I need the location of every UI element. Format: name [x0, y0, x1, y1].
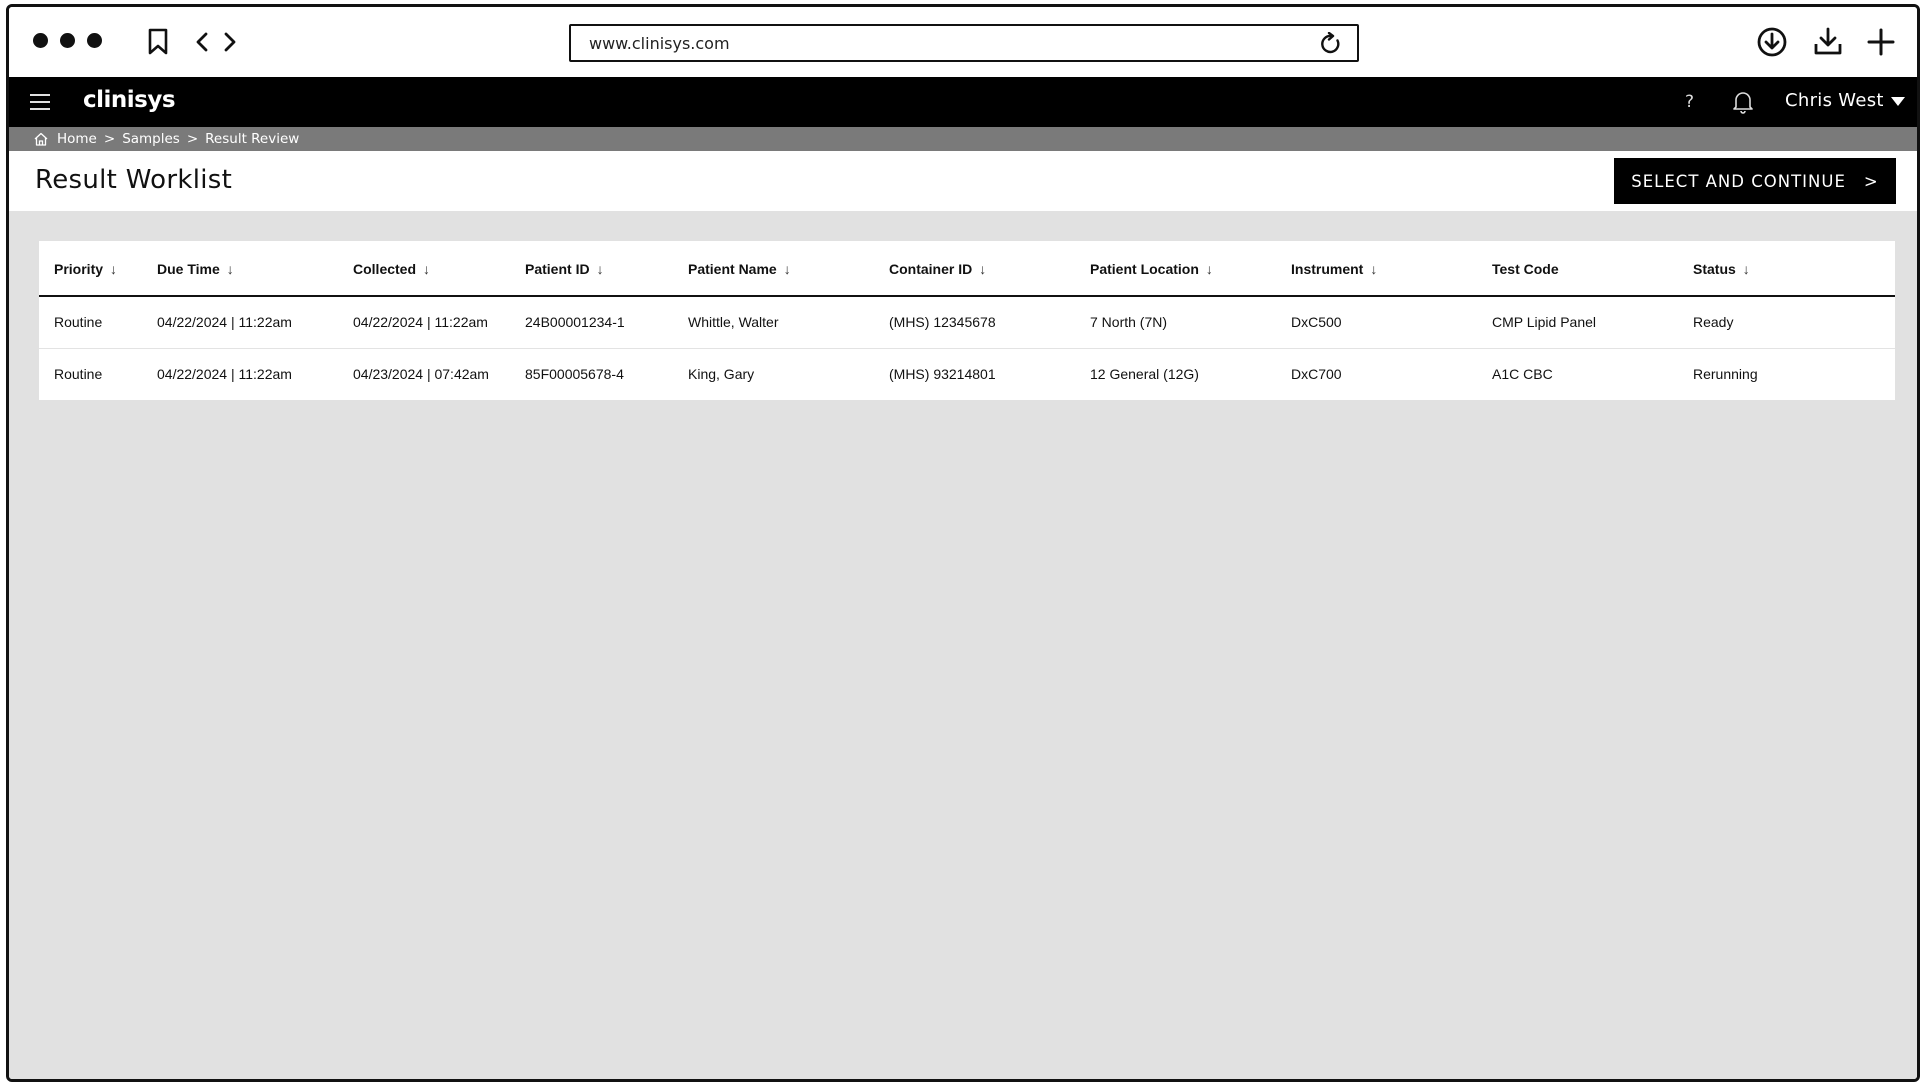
home-icon[interactable] — [33, 131, 49, 147]
column-label: Patient Location — [1090, 261, 1199, 277]
table-row[interactable]: Routine 04/22/2024 | 11:22am 04/23/2024 … — [39, 348, 1895, 400]
app-header: clinisys ? Chris West — [9, 77, 1917, 127]
column-label: Container ID — [889, 261, 973, 277]
cell-test-code: CMP Lipid Panel — [1492, 296, 1693, 349]
breadcrumb-separator: > — [103, 131, 116, 147]
column-label: Patient ID — [525, 261, 590, 277]
browser-window: www.clinisys.com clinisys ? Chris West H… — [6, 4, 1920, 1082]
browser-toolbar: www.clinisys.com — [9, 7, 1917, 77]
download-tray-icon[interactable] — [1811, 25, 1845, 59]
cell-instrument: DxC700 — [1291, 366, 1342, 383]
help-button[interactable]: ? — [1685, 92, 1694, 112]
column-header-due-time[interactable]: Due Time ↓ — [157, 241, 353, 297]
chevron-right-icon: > — [1863, 171, 1879, 191]
column-label: Priority — [54, 261, 104, 277]
sort-arrow-icon[interactable]: ↓ — [227, 261, 234, 277]
column-header-container-id[interactable]: Container ID ↓ — [889, 241, 1090, 297]
column-header-patient-location[interactable]: Patient Location ↓ — [1090, 241, 1291, 297]
cell-collected: 04/22/2024 | 11:22am — [353, 296, 525, 349]
table-row[interactable]: Routine 04/22/2024 | 11:22am 04/22/2024 … — [39, 296, 1895, 349]
breadcrumb-samples[interactable]: Samples — [122, 131, 180, 147]
column-label: Test Code — [1492, 261, 1559, 277]
cell-container-id: (MHS) 93214801 — [889, 366, 996, 383]
table-header-row: Priority ↓ Due Time ↓ Collected ↓ Patient I… — [39, 241, 1895, 297]
cell-patient-location: 7 North (7N) — [1090, 296, 1291, 349]
column-label: Instrument — [1291, 261, 1364, 277]
cell-status: Rerunning — [1693, 366, 1758, 383]
reload-icon[interactable] — [1319, 31, 1343, 56]
cell-container-id: (MHS) 12345678 — [889, 296, 1090, 349]
cell-priority: Routine — [54, 366, 103, 383]
column-header-status[interactable]: Status ↓ — [1693, 241, 1895, 297]
plus-icon[interactable] — [1864, 25, 1898, 59]
page-header: Result Worklist SELECT AND CONTINUE > — [9, 151, 1917, 211]
caret-down-icon[interactable] — [1891, 97, 1905, 106]
cell-due-time: 04/22/2024 | 11:22am — [157, 296, 353, 349]
app-logo[interactable]: clinisys — [83, 87, 176, 113]
cell-instrument: DxC500 — [1291, 296, 1492, 349]
cell-priority: Routine — [39, 296, 157, 349]
bell-icon[interactable] — [1732, 90, 1754, 114]
bookmark-icon[interactable] — [141, 25, 175, 59]
download-circle-icon[interactable] — [1755, 25, 1789, 59]
sort-arrow-icon[interactable]: ↓ — [597, 261, 604, 277]
window-dot-1[interactable] — [33, 33, 48, 48]
sort-arrow-icon[interactable]: ↓ — [784, 261, 791, 277]
page-title: Result Worklist — [35, 165, 233, 195]
cell-patient-id: 85F00005678-4 — [525, 366, 624, 383]
cell-patient-id: 24B00001234-1 — [525, 296, 688, 349]
cell-patient-location: 12 General (12G) — [1090, 366, 1199, 383]
column-label: Status — [1693, 261, 1736, 277]
cell-patient-name: King, Gary — [688, 366, 755, 383]
column-header-instrument[interactable]: Instrument ↓ — [1291, 241, 1492, 297]
result-worklist-table: Priority ↓ Due Time ↓ Collected ↓ Patient I… — [39, 241, 1895, 400]
cell-patient-name: Whittle, Walter — [688, 296, 889, 349]
content-area: Priority ↓ Due Time ↓ Collected ↓ Patient I… — [9, 211, 1917, 1079]
column-label: Patient Name — [688, 261, 777, 277]
column-header-patient-name[interactable]: Patient Name ↓ — [688, 241, 889, 297]
breadcrumb-separator: > — [186, 131, 199, 147]
user-menu[interactable]: Chris West — [1785, 90, 1884, 111]
sort-arrow-icon[interactable]: ↓ — [1206, 261, 1213, 277]
column-header-collected[interactable]: Collected ↓ — [353, 241, 525, 297]
column-header-test-code: Test Code — [1492, 241, 1693, 297]
sort-arrow-icon[interactable]: ↓ — [423, 261, 430, 277]
sort-arrow-icon[interactable]: ↓ — [1370, 261, 1377, 277]
window-dot-3[interactable] — [87, 33, 102, 48]
window-controls[interactable] — [33, 33, 102, 48]
sort-arrow-icon[interactable]: ↓ — [979, 261, 986, 277]
breadcrumb-home[interactable]: Home — [57, 131, 97, 147]
select-and-continue-button[interactable]: SELECT AND CONTINUE > — [1614, 158, 1896, 204]
worklist-table: Priority ↓ Due Time ↓ Collected ↓ Patient I… — [39, 241, 1895, 400]
sort-arrow-icon[interactable]: ↓ — [1743, 261, 1750, 277]
column-header-priority[interactable]: Priority ↓ — [39, 241, 157, 297]
cell-collected: 04/23/2024 | 07:42am — [353, 366, 489, 383]
breadcrumb: Home > Samples > Result Review — [9, 127, 1917, 151]
cell-due-time: 04/22/2024 | 11:22am — [157, 366, 292, 383]
breadcrumb-result-review: Result Review — [205, 131, 300, 147]
column-label: Due Time — [157, 261, 220, 277]
url-text[interactable]: www.clinisys.com — [589, 34, 730, 53]
window-dot-2[interactable] — [60, 33, 75, 48]
cell-test-code: A1C CBC — [1492, 366, 1553, 383]
chevron-right-icon[interactable] — [213, 25, 247, 59]
column-header-patient-id[interactable]: Patient ID ↓ — [525, 241, 688, 297]
hamburger-icon[interactable] — [29, 91, 51, 113]
sort-arrow-icon[interactable]: ↓ — [110, 261, 117, 277]
address-bar[interactable]: www.clinisys.com — [569, 24, 1359, 62]
select-and-continue-label: SELECT AND CONTINUE — [1631, 171, 1846, 191]
column-label: Collected — [353, 261, 417, 277]
cell-status: Ready — [1693, 296, 1895, 349]
